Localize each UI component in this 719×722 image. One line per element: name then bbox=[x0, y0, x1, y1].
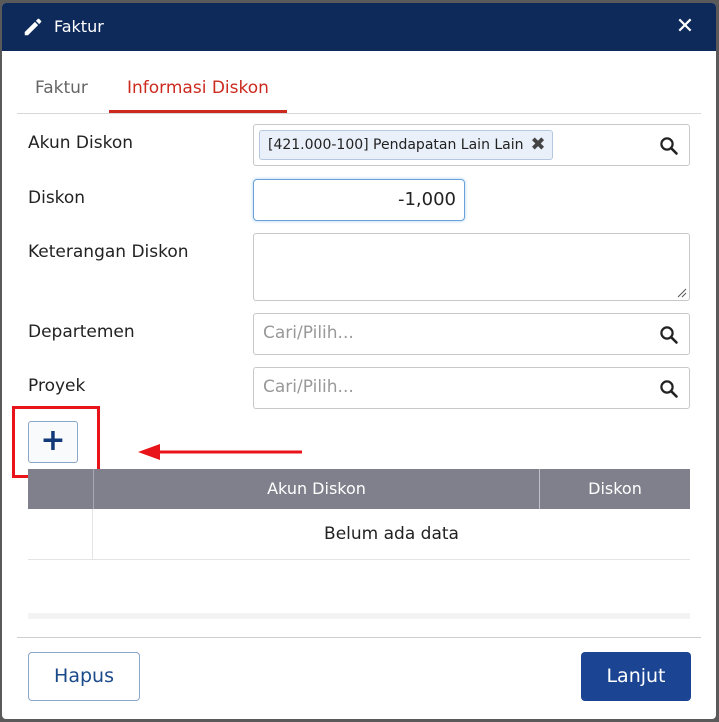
next-button[interactable]: Lanjut bbox=[581, 652, 691, 701]
proyek-label: Proyek bbox=[28, 376, 86, 396]
column-header-diskon: Diskon bbox=[539, 469, 690, 509]
empty-table-message: Belum ada data bbox=[324, 524, 459, 544]
selected-account-text: [421.000-100] Pendapatan Lain Lain bbox=[268, 137, 524, 153]
faktur-dialog: Faktur ✕ Faktur Informasi Diskon Akun Di… bbox=[2, 3, 716, 719]
table-row: Belum ada data bbox=[28, 509, 690, 560]
departemen-placeholder: Cari/Pilih... bbox=[263, 323, 354, 343]
selected-account-chip: [421.000-100] Pendapatan Lain Lain ✖ bbox=[259, 130, 553, 160]
akun-diskon-select[interactable]: [421.000-100] Pendapatan Lain Lain ✖ bbox=[253, 124, 690, 166]
tab-informasi-diskon[interactable]: Informasi Diskon bbox=[109, 63, 287, 113]
column-header-akun-diskon: Akun Diskon bbox=[93, 469, 539, 509]
discount-table: Akun Diskon Diskon Belum ada data bbox=[28, 469, 690, 619]
dialog-title: Faktur bbox=[54, 17, 104, 36]
search-icon[interactable] bbox=[659, 136, 679, 156]
delete-button[interactable]: Hapus bbox=[28, 652, 140, 701]
dialog-titlebar: Faktur ✕ bbox=[2, 3, 716, 51]
departemen-label: Departemen bbox=[28, 322, 135, 342]
resize-grip-icon[interactable] bbox=[677, 288, 687, 298]
departemen-select[interactable]: Cari/Pilih... bbox=[253, 313, 690, 355]
tab-faktur[interactable]: Faktur bbox=[17, 63, 106, 113]
proyek-select[interactable]: Cari/Pilih... bbox=[253, 367, 690, 409]
keterangan-diskon-label: Keterangan Diskon bbox=[28, 242, 189, 262]
table-row bbox=[28, 560, 690, 613]
remove-selection-icon[interactable]: ✖ bbox=[530, 131, 545, 159]
tab-divider bbox=[17, 113, 701, 114]
proyek-placeholder: Cari/Pilih... bbox=[263, 377, 354, 397]
search-icon[interactable] bbox=[659, 379, 679, 399]
diskon-label: Diskon bbox=[28, 188, 86, 208]
footer-divider bbox=[17, 637, 701, 638]
keterangan-diskon-textarea[interactable] bbox=[253, 233, 690, 301]
close-icon[interactable]: ✕ bbox=[672, 13, 698, 41]
annotation-highlight-box bbox=[12, 406, 100, 478]
diskon-input[interactable]: -1,000 bbox=[253, 179, 465, 221]
row-gutter-cell bbox=[28, 509, 93, 560]
search-icon[interactable] bbox=[659, 325, 679, 345]
pencil-icon bbox=[24, 18, 42, 36]
table-header: Akun Diskon Diskon bbox=[28, 469, 690, 509]
akun-diskon-label: Akun Diskon bbox=[28, 133, 133, 153]
annotation-arrow-icon bbox=[138, 444, 302, 460]
